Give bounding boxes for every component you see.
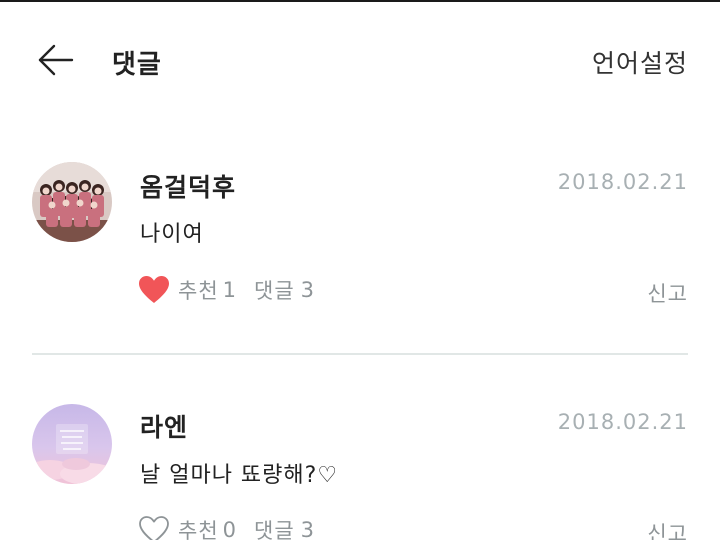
divider — [32, 353, 688, 355]
comment-actions: 추천 1 댓글 3 — [138, 275, 314, 305]
avatar[interactable] — [32, 404, 112, 484]
heart-outline-icon — [139, 516, 169, 540]
comment-text: 날 얼마나 뚀량해?♡ — [140, 463, 339, 488]
report-button[interactable]: 신고 — [647, 518, 688, 540]
like-label[interactable]: 추천 — [178, 275, 219, 305]
like-count: 0 — [222, 518, 237, 540]
comment-date: 2018.02.21 — [557, 410, 688, 434]
comment-author[interactable]: 옴걸덕후 — [140, 168, 236, 204]
comment-actions: 추천 0 댓글 3 — [138, 515, 314, 540]
group-photo-avatar — [32, 162, 112, 242]
avatar[interactable] — [32, 162, 112, 242]
comment-date: 2018.02.21 — [557, 170, 688, 194]
comment-text: 나이여 — [140, 222, 204, 247]
back-button[interactable] — [32, 38, 80, 82]
pastel-sky-avatar — [32, 404, 112, 484]
report-button[interactable]: 신고 — [647, 278, 688, 308]
header: 댓글 언어설정 — [0, 2, 720, 114]
reply-button[interactable]: 댓글 — [254, 275, 295, 305]
heart-filled-icon — [139, 276, 169, 303]
reply-count: 3 — [300, 518, 315, 540]
comment-author[interactable]: 라엔 — [140, 408, 188, 444]
comments-screen: 댓글 언어설정 옴걸덕후 2018.02.21 나이여 추천 1 댓글 3 신고… — [0, 0, 720, 540]
like-button[interactable] — [138, 515, 170, 540]
like-count: 1 — [222, 278, 237, 302]
language-settings-button[interactable]: 언어설정 — [592, 44, 688, 80]
like-label[interactable]: 추천 — [178, 515, 219, 540]
reply-count: 3 — [300, 278, 315, 302]
reply-button[interactable]: 댓글 — [254, 515, 295, 540]
arrow-left-icon — [38, 44, 74, 76]
like-button[interactable] — [138, 275, 170, 305]
page-title: 댓글 — [112, 50, 162, 80]
